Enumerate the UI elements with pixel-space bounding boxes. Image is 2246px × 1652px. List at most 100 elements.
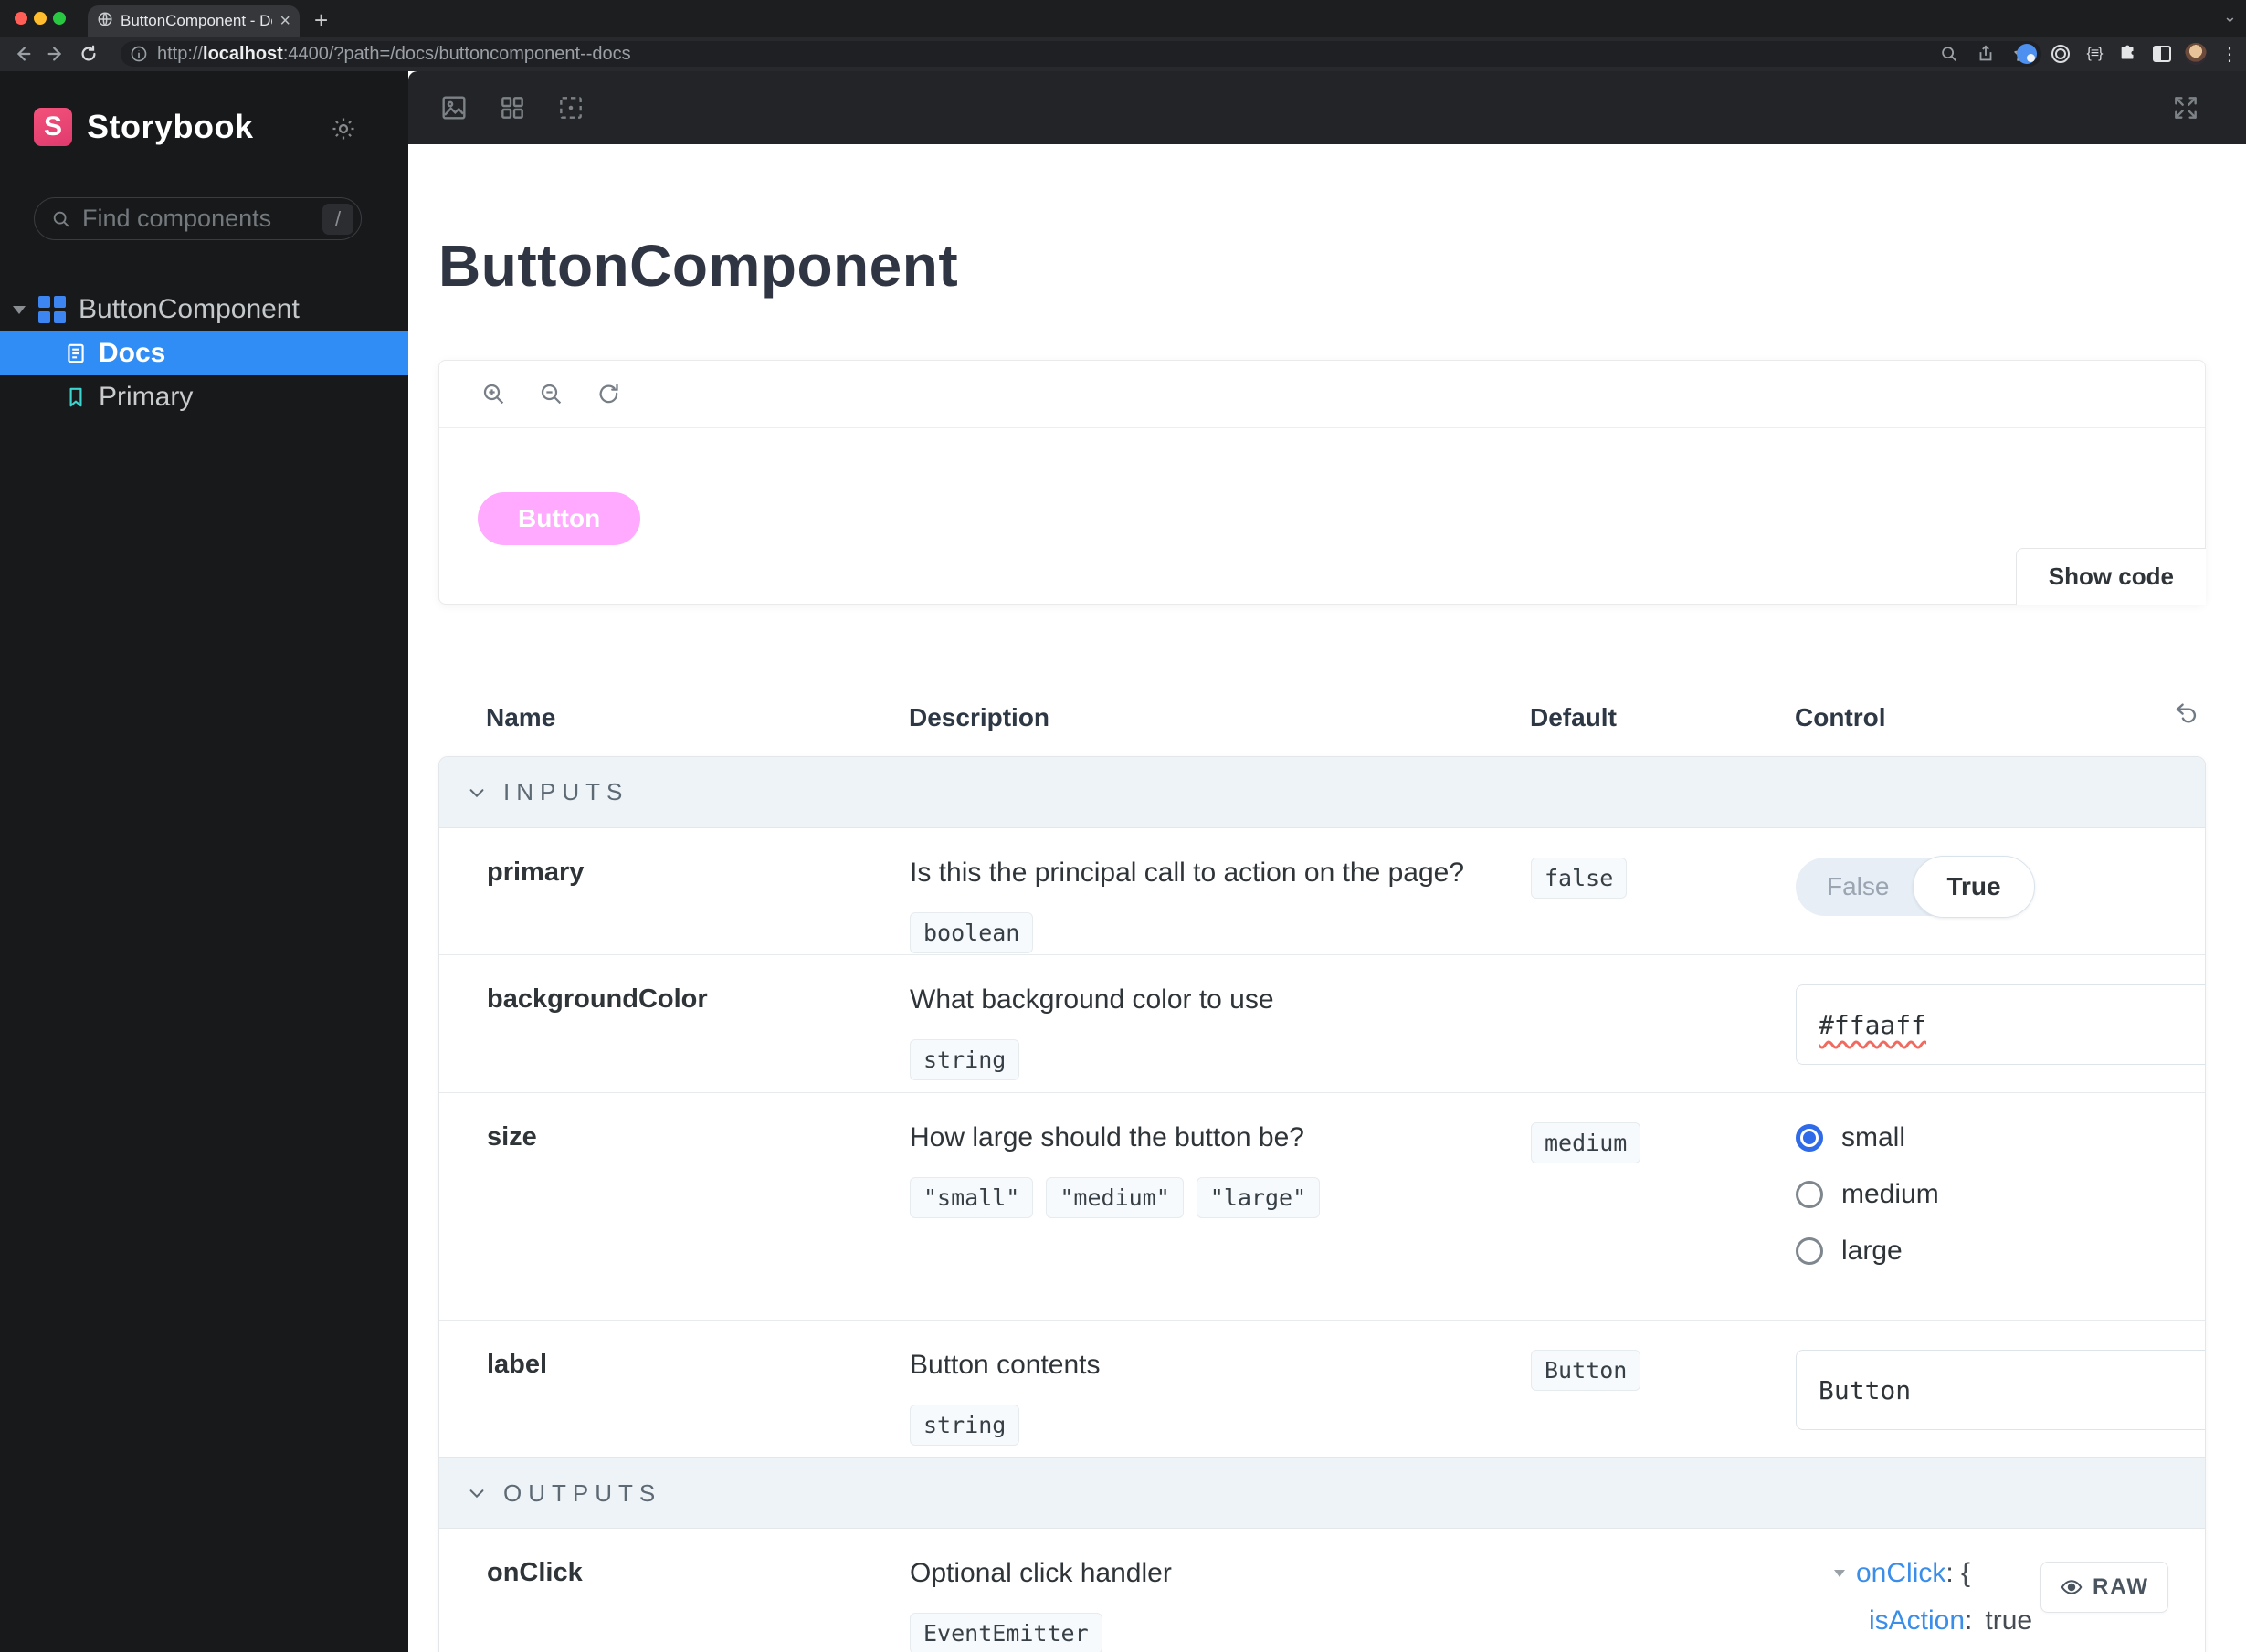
brand-title[interactable]: Storybook bbox=[87, 108, 254, 146]
demo-button[interactable]: Button bbox=[478, 492, 641, 545]
screen: ButtonComponent - Docs · St × + ⌄ http:/… bbox=[0, 0, 2246, 1652]
preview-toolbar bbox=[439, 361, 2205, 428]
sidebar: S Storybook / ButtonComponent bbox=[0, 71, 408, 1652]
url-text: http://localhost:4400/?path=/docs/button… bbox=[157, 44, 631, 65]
background-image-icon[interactable] bbox=[425, 93, 483, 122]
forward-icon[interactable] bbox=[46, 44, 66, 64]
zoom-window-button[interactable] bbox=[53, 12, 66, 25]
braces-extension-icon[interactable]: {≡} bbox=[2083, 43, 2105, 65]
password-extension-icon[interactable] bbox=[2017, 44, 2037, 64]
zoom-in-icon[interactable] bbox=[465, 381, 522, 408]
search-shortcut-badge: / bbox=[322, 203, 353, 235]
window-controls[interactable] bbox=[15, 12, 66, 25]
col-header-control: Control bbox=[1795, 703, 1886, 731]
extensions-area: {≡} ⋮ bbox=[2016, 37, 2241, 71]
tree-root-label: ButtonComponent bbox=[79, 294, 300, 324]
boolean-toggle[interactable]: False True bbox=[1796, 856, 2035, 918]
minimize-window-button[interactable] bbox=[34, 12, 47, 25]
zoom-out-icon[interactable] bbox=[522, 381, 580, 408]
reload-icon[interactable] bbox=[79, 44, 99, 64]
storybook-logo[interactable]: S bbox=[34, 108, 72, 146]
arg-name: size bbox=[487, 1122, 537, 1152]
arg-description: Optional click handler bbox=[910, 1558, 1172, 1588]
target-extension-icon[interactable] bbox=[2051, 45, 2070, 63]
col-header-description: Description bbox=[909, 703, 1050, 731]
type-option-badge: "large" bbox=[1196, 1177, 1321, 1218]
radio-icon[interactable] bbox=[1796, 1237, 1823, 1265]
search-box[interactable]: / bbox=[34, 197, 362, 240]
profile-avatar[interactable] bbox=[2185, 43, 2207, 65]
arg-description: What background color to use bbox=[910, 984, 1274, 1015]
component-tree: ButtonComponent Docs Primary bbox=[0, 288, 408, 419]
radio-selected-icon[interactable] bbox=[1796, 1124, 1823, 1152]
radio-option-small[interactable]: small bbox=[1796, 1122, 2168, 1153]
search-input[interactable] bbox=[82, 205, 292, 233]
arg-description: Button contents bbox=[910, 1350, 1101, 1380]
docs-page: ButtonComponent Button Show code Name De… bbox=[408, 144, 2246, 1652]
storybook-app: S Storybook / ButtonComponent bbox=[0, 71, 2246, 1652]
browser-tab[interactable]: ButtonComponent - Docs · St × bbox=[88, 5, 300, 37]
arg-row-backgroundcolor: backgroundColor What background color to… bbox=[439, 954, 2205, 1092]
tab-title: ButtonComponent - Docs · St bbox=[121, 12, 272, 29]
default-badge: false bbox=[1531, 858, 1628, 899]
search-icon bbox=[53, 211, 69, 226]
args-table-body: INPUTS primary Is this the principal cal… bbox=[438, 756, 2206, 1652]
tabstrip-chevron-icon[interactable]: ⌄ bbox=[2223, 7, 2237, 26]
gear-icon[interactable] bbox=[330, 115, 357, 142]
col-header-default: Default bbox=[1530, 703, 1617, 731]
tab-strip: ButtonComponent - Docs · St × + ⌄ bbox=[0, 0, 2246, 37]
extensions-puzzle-icon[interactable] bbox=[2117, 43, 2139, 65]
show-code-button[interactable]: Show code bbox=[2015, 548, 2206, 605]
share-icon[interactable] bbox=[1976, 44, 1996, 64]
browser-menu-icon[interactable]: ⋮ bbox=[2219, 43, 2241, 65]
radio-option-large[interactable]: large bbox=[1796, 1236, 2168, 1267]
fullscreen-icon[interactable] bbox=[2156, 93, 2215, 122]
type-badge: string bbox=[910, 1405, 1020, 1446]
new-tab-button[interactable]: + bbox=[314, 7, 328, 33]
arg-row-size: size How large should the button be? "sm… bbox=[439, 1092, 2205, 1320]
sidebar-item-primary[interactable]: Primary bbox=[0, 375, 408, 419]
tab-close-icon[interactable]: × bbox=[279, 12, 290, 30]
expander-caret-icon[interactable] bbox=[13, 305, 26, 314]
toggle-true-option[interactable]: True bbox=[1913, 856, 2035, 918]
story-preview-card: Button Show code bbox=[438, 360, 2206, 605]
side-panel-icon[interactable] bbox=[2153, 46, 2171, 62]
radio-icon[interactable] bbox=[1796, 1181, 1823, 1208]
measure-outline-icon[interactable] bbox=[542, 93, 600, 122]
tab-favicon-icon bbox=[97, 11, 113, 32]
sidebar-item-buttoncomponent[interactable]: ButtonComponent bbox=[0, 288, 408, 331]
section-outputs[interactable]: OUTPUTS bbox=[439, 1457, 2205, 1529]
story-canvas: Button bbox=[439, 428, 2205, 545]
radio-option-medium[interactable]: medium bbox=[1796, 1179, 2168, 1210]
main-panel: ButtonComponent Button Show code Name De… bbox=[408, 71, 2246, 1652]
page-title: ButtonComponent bbox=[438, 233, 959, 299]
args-table-header: Name Description Default Control bbox=[438, 690, 2206, 756]
zoom-reset-icon[interactable] bbox=[580, 381, 638, 408]
site-info-icon[interactable] bbox=[130, 45, 148, 63]
chevron-down-icon bbox=[467, 783, 487, 803]
zoom-page-icon[interactable] bbox=[1939, 44, 1959, 64]
toggle-false-option[interactable]: False bbox=[1796, 872, 1913, 901]
component-grid-icon bbox=[38, 296, 66, 323]
arg-row-label: label Button contents string Button Butt… bbox=[439, 1320, 2205, 1457]
url-bar[interactable]: http://localhost:4400/?path=/docs/button… bbox=[121, 41, 2041, 67]
arg-name: label bbox=[487, 1350, 548, 1379]
arg-name: backgroundColor bbox=[487, 984, 708, 1014]
reset-controls-icon[interactable] bbox=[2173, 700, 2200, 731]
arg-name: primary bbox=[487, 858, 585, 887]
label-text-input[interactable]: Button bbox=[1796, 1350, 2205, 1430]
arg-description: How large should the button be? bbox=[910, 1122, 1304, 1152]
arg-row-onclick: onClick Optional click handler EventEmit… bbox=[439, 1529, 2205, 1652]
close-window-button[interactable] bbox=[15, 12, 27, 25]
default-badge: medium bbox=[1531, 1122, 1641, 1163]
raw-toggle-button[interactable]: RAW bbox=[2040, 1562, 2168, 1613]
section-inputs[interactable]: INPUTS bbox=[439, 757, 2205, 828]
grid-toggle-icon[interactable] bbox=[483, 93, 542, 122]
sidebar-item-docs[interactable]: Docs bbox=[0, 331, 408, 375]
tree-collapse-caret-icon[interactable] bbox=[1834, 1570, 1845, 1577]
backgroundcolor-text-input[interactable]: #ffaaff bbox=[1796, 984, 2205, 1065]
eye-icon bbox=[2061, 1580, 2083, 1594]
type-badge: string bbox=[910, 1039, 1020, 1080]
back-icon[interactable] bbox=[13, 44, 33, 64]
browser-toolbar: http://localhost:4400/?path=/docs/button… bbox=[0, 37, 2246, 71]
